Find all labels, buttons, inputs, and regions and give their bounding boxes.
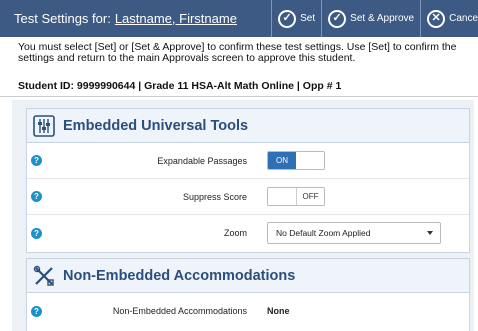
tools-grid-icon (33, 114, 55, 137)
non-embedded-title: Non-Embedded Accommodations (63, 267, 296, 284)
chevron-down-icon (427, 231, 433, 235)
suppress-score-toggle[interactable]: OFF (267, 187, 325, 206)
cancel-button[interactable]: ✕ Cance (420, 0, 478, 37)
divider (0, 96, 478, 97)
toggle-on-label: ON (268, 152, 296, 169)
set-button-label: Set (300, 13, 316, 24)
toggle-off-label: OFF (296, 188, 324, 205)
help-icon[interactable]: ? (31, 191, 42, 202)
row-zoom: ? Zoom No Default Zoom Applied (27, 215, 469, 251)
student-info: Student ID: 9999990644 | Grade 11 HSA-Al… (18, 80, 342, 92)
header-title: Test Settings for: Lastname, Firstname (0, 11, 271, 26)
embedded-tools-section: Embedded Universal Tools ? Expandable Pa… (26, 108, 470, 253)
toggle-track (296, 152, 324, 169)
close-icon: ✕ (427, 9, 446, 28)
help-icon[interactable]: ? (31, 155, 42, 166)
non-embedded-section: Non-Embedded Accommodations ? Non-Embedd… (26, 258, 470, 331)
non-embedded-header: Non-Embedded Accommodations (27, 259, 469, 293)
student-name-link[interactable]: Lastname, Firstname (115, 11, 237, 26)
non-embedded-accommodations-value: None (267, 306, 290, 316)
help-icon[interactable]: ? (31, 305, 42, 317)
expandable-passages-label: Expandable Passages (157, 155, 247, 166)
embedded-tools-header: Embedded Universal Tools (27, 109, 469, 143)
instructions-text: You must select [Set] or [Set & Approve]… (18, 41, 457, 64)
help-icon[interactable]: ? (31, 227, 42, 239)
expandable-passages-toggle[interactable]: ON (267, 151, 325, 170)
row-non-embedded-accommodations: ? Non-Embedded Accommodations None (27, 293, 469, 329)
set-approve-button-label: Set & Approve (350, 13, 415, 24)
header-bar: Test Settings for: Lastname, Firstname ✓ … (0, 0, 478, 37)
wrench-ruler-icon (33, 265, 55, 287)
zoom-select[interactable]: No Default Zoom Applied (267, 222, 441, 244)
check-icon: ✓ (328, 9, 347, 28)
zoom-label: Zoom (223, 228, 247, 238)
non-embedded-accommodations-label: Non-Embedded Accommodations (112, 306, 247, 316)
title-prefix: Test Settings for: (14, 11, 111, 26)
cancel-button-label: Cance (449, 13, 478, 24)
embedded-tools-title: Embedded Universal Tools (63, 117, 249, 134)
toggle-track (268, 188, 296, 205)
row-suppress-score: ? Suppress Score OFF (27, 179, 469, 215)
set-approve-button[interactable]: ✓ Set & Approve (321, 0, 420, 37)
set-button[interactable]: ✓ Set (271, 0, 321, 37)
row-expandable-passages: ? Expandable Passages ON (27, 143, 469, 179)
zoom-select-value: No Default Zoom Applied (276, 228, 371, 238)
suppress-score-label: Suppress Score (182, 191, 247, 202)
check-icon: ✓ (278, 9, 297, 28)
